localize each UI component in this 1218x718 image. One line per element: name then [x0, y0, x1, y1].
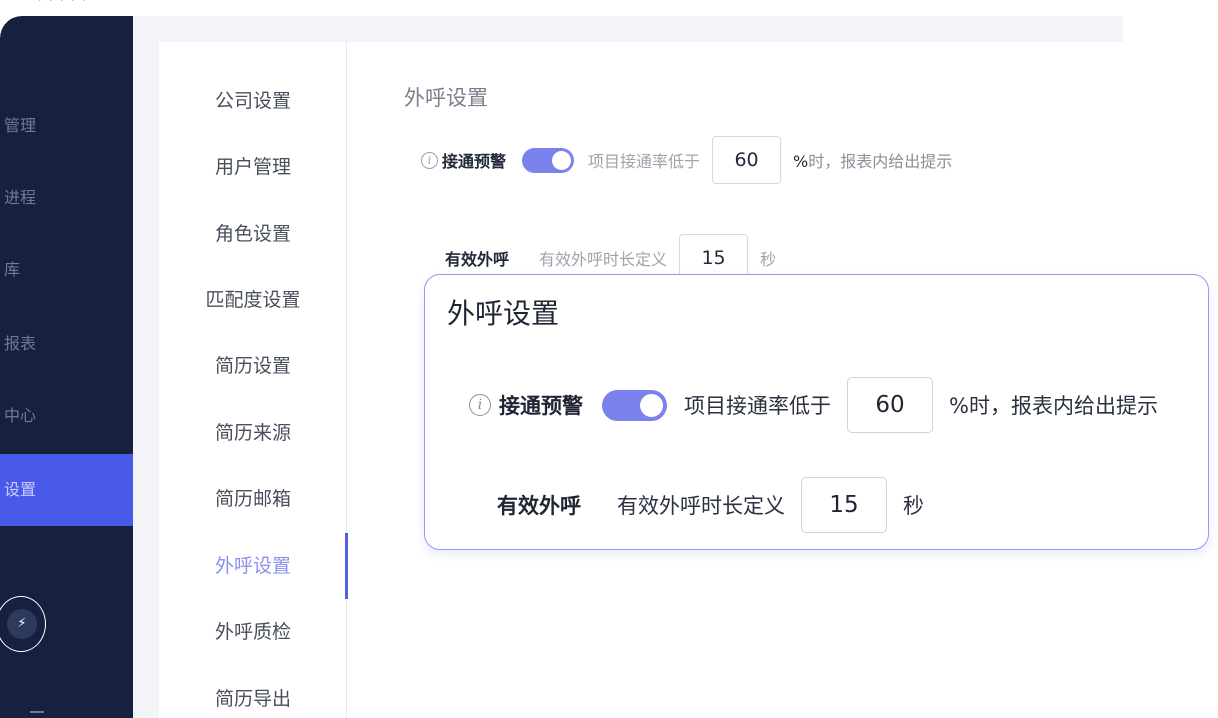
zoomed-settings-callout: 外呼设置 i 接通预警 项目接通率低于 60 %时，报表内给出提示 有效外呼 有…	[424, 274, 1209, 550]
section-title: 外呼设置	[404, 86, 488, 110]
zoom-seconds-unit: 秒	[903, 494, 924, 518]
zoom-connect-rate-input[interactable]: 60	[847, 377, 933, 433]
settings-nav: 公司设置 用户管理 角色设置 匹配度设置 简历设置 简历来源 简历邮箱 外呼设置…	[159, 42, 348, 718]
seconds-unit: 秒	[760, 250, 777, 269]
percent-sign: %	[793, 152, 809, 171]
quick-action-button[interactable]: ⚡	[0, 596, 46, 652]
settings-nav-matching[interactable]: 匹配度设置	[159, 282, 347, 318]
sidebar-item-reports[interactable]: 报表	[0, 308, 133, 380]
zoom-effective-call-row: 有效外呼 有效外呼时长定义 15 秒	[497, 477, 924, 533]
settings-nav-outbound-call[interactable]: 外呼设置	[159, 548, 347, 584]
zoom-connect-alert-toggle[interactable]	[602, 389, 667, 421]
toggle-knob	[552, 150, 572, 170]
lightning-icon: ⚡	[7, 609, 37, 639]
settings-nav-company[interactable]: 公司设置	[159, 83, 347, 119]
connect-rate-suffix-text: 时，报表内给出提示	[808, 152, 953, 171]
settings-nav-resume-source[interactable]: 简历来源	[159, 415, 347, 451]
zoom-effective-call-label: 有效外呼	[497, 494, 581, 518]
sidebar-item-settings[interactable]: 设置	[0, 454, 133, 526]
decorative-dots: · · · · ·	[38, 0, 88, 7]
info-icon[interactable]: i	[421, 151, 438, 169]
settings-nav-call-qc[interactable]: 外呼质检	[159, 614, 347, 650]
connect-alert-toggle[interactable]	[522, 147, 575, 173]
settings-nav-resume[interactable]: 简历设置	[159, 348, 347, 384]
top-strip: · · · · ·	[0, 0, 1218, 16]
sidebar-item-center[interactable]: 中心	[0, 380, 133, 452]
connect-rate-prefix: 项目接通率低于	[588, 152, 701, 171]
connect-alert-label: 接通预警	[442, 152, 507, 171]
sidebar-bottom-mark	[30, 711, 44, 713]
active-nav-indicator	[345, 533, 348, 599]
sidebar-item-management[interactable]: 管理	[0, 90, 133, 162]
zoom-connect-rate-suffix: %时，报表内给出提示	[949, 394, 1158, 418]
zoom-effective-call-duration-input[interactable]: 15	[801, 477, 887, 533]
zoom-title: 外呼设置	[447, 297, 560, 330]
settings-nav-users[interactable]: 用户管理	[159, 149, 347, 185]
connect-rate-input[interactable]: 60	[712, 136, 782, 184]
settings-nav-resume-mailbox[interactable]: 简历邮箱	[159, 481, 347, 517]
zoom-connect-rate-prefix: 项目接通率低于	[684, 394, 831, 418]
effective-call-label: 有效外呼	[445, 250, 510, 269]
sidebar-item-process[interactable]: 进程	[0, 162, 133, 234]
sidebar-item-library[interactable]: 库	[0, 234, 133, 306]
effective-call-prefix: 有效外呼时长定义	[539, 250, 668, 269]
settings-nav-resume-export[interactable]: 简历导出	[159, 681, 347, 717]
zoom-effective-call-prefix: 有效外呼时长定义	[617, 494, 785, 518]
zoom-connect-alert-row: i 接通预警 项目接通率低于 60 %时，报表内给出提示	[469, 377, 1158, 433]
info-icon[interactable]: i	[469, 394, 491, 416]
settings-nav-roles[interactable]: 角色设置	[159, 216, 347, 252]
toggle-knob	[640, 393, 663, 417]
connect-rate-suffix: %时，报表内给出提示	[793, 148, 952, 172]
zoom-connect-alert-label: 接通预警	[499, 394, 583, 418]
main-sidebar: 管理 进程 库 报表 中心 设置 ⚡	[0, 16, 133, 718]
connect-alert-row: i 接通预警 项目接通率低于 60 %时，报表内给出提示	[421, 136, 952, 184]
